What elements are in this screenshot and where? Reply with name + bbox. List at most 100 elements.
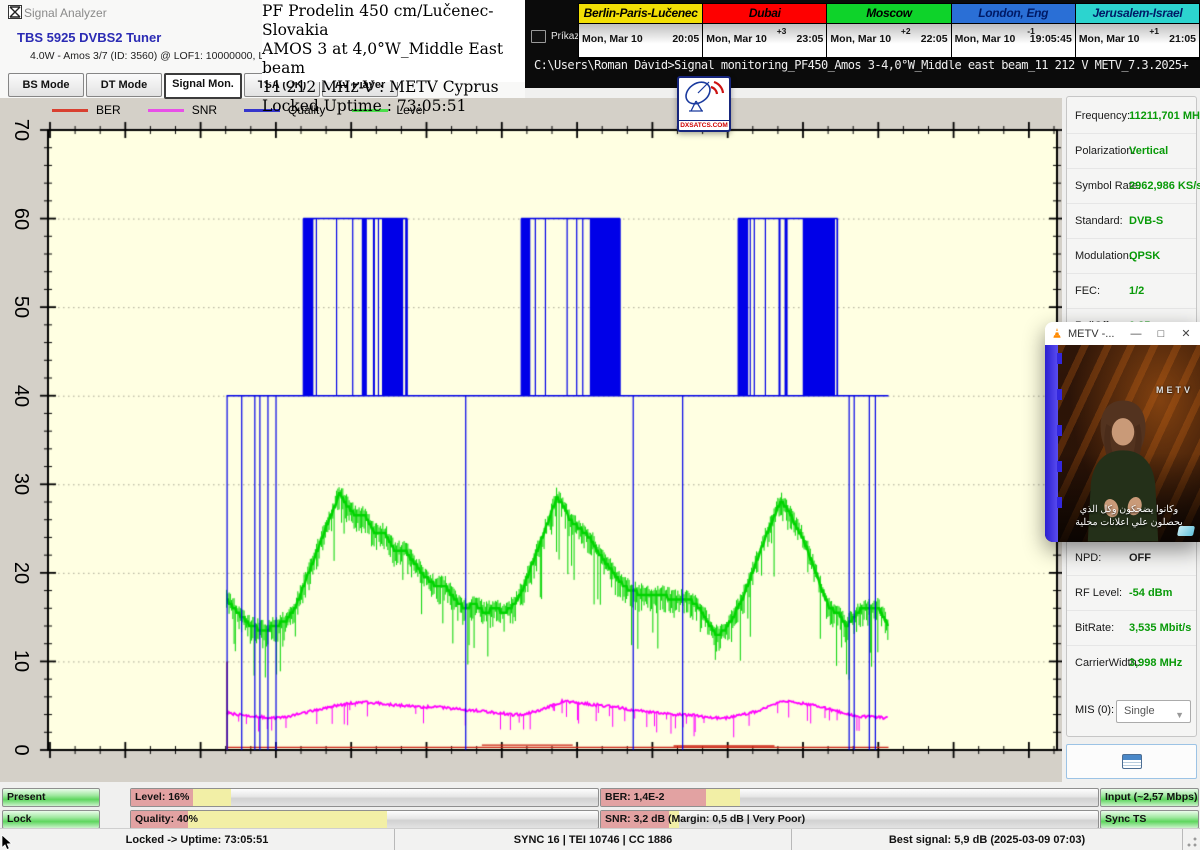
maximize-button[interactable]: □	[1151, 328, 1171, 340]
tab-bs-mode[interactable]: BS Mode	[8, 73, 84, 97]
panel-row-label: Standard:	[1075, 215, 1123, 227]
panel-row-value: 11211,701 MHz	[1129, 110, 1200, 122]
meter-fill	[188, 811, 387, 828]
metv-player-window: METV -... — □ ✕ METV وكانوا يضحكون وكل ا…	[1045, 322, 1200, 542]
panel-row-symbol-rate: Symbol Rate:2962,986 KS/s	[1067, 169, 1196, 204]
arabic-subtitles: وكانوا يضحكون وكل الذي يحصلون علي اعلانا…	[1058, 504, 1200, 529]
close-button[interactable]: ✕	[1176, 327, 1196, 340]
lock-meter: Lock	[2, 810, 100, 829]
panel-row-value: 2962,986 KS/s	[1129, 180, 1200, 192]
y-axis-label-60: 60	[6, 204, 36, 234]
legend-label: BER	[96, 103, 121, 117]
panel-row-value: 3,535 Mbit/s	[1129, 622, 1191, 634]
note-line-2: AMOS 3 at 4,0°W_Middle East beam	[262, 40, 525, 78]
clock-date: Mon, Mar 10	[582, 33, 643, 45]
clock-body: Mon, Mar 10-119:05:45	[952, 24, 1075, 57]
clock-city-label: Jerusalem-Israel	[1076, 4, 1199, 24]
channel-logo	[1177, 526, 1195, 536]
meter-label: Lock	[7, 811, 32, 827]
meter-label: Level: 16%	[135, 789, 189, 805]
clock-utc-offset: +2	[901, 26, 911, 36]
metv-video[interactable]: METV وكانوا يضحكون وكل الذي يحصلون علي ا…	[1045, 345, 1200, 542]
meter-label: Present	[7, 789, 46, 805]
dxsatcs-logo-text: DXSATCS.COM	[679, 120, 729, 129]
y-axis-label-40: 40	[6, 381, 36, 411]
clock-jerusalem-israel: Jerusalem-Israel Mon, Mar 10 +1 21:05	[1076, 4, 1199, 57]
tab-dt-mode[interactable]: DT Mode	[86, 73, 162, 97]
clock-dubai: Dubai Mon, Mar 10 +3 23:05	[703, 4, 827, 57]
legend-line	[52, 109, 88, 112]
signal-chart-canvas	[0, 98, 1062, 782]
quality-meter: Quality: 40%	[130, 810, 599, 829]
panel-row-label: RF Level:	[1075, 587, 1122, 599]
meter-label: SNR: 3,2 dB (Margin: 0,5 dB | Very Poor)	[605, 811, 805, 827]
snr-meter: SNR: 3,2 dB (Margin: 0,5 dB | Very Poor)	[600, 810, 1099, 829]
command-line[interactable]: C:\Users\Roman Dávid>Signal monitoring_P…	[534, 58, 1188, 72]
signal-analyzer-icon	[8, 5, 22, 19]
panel-row-value: DVB-S	[1129, 215, 1163, 227]
tab-signal-mon[interactable]: Signal Mon.	[164, 73, 242, 99]
present-meter: Present	[2, 788, 100, 807]
panel-row-value: QPSK	[1129, 250, 1160, 262]
panel-row-standard: Standard: DVB-S	[1067, 204, 1196, 239]
clock-time: 23:05	[797, 33, 824, 45]
status-bar: Locked -> Uptime: 73:05:51 SYNC 16 | TEI…	[0, 828, 1200, 850]
panel-row-value: -54 dBm	[1129, 587, 1172, 599]
world-clocks: Berlin-Paris-Lučenec Mon, Mar 10 20:05 Duba…	[578, 3, 1200, 60]
meter-label: BER: 1,4E-2	[605, 789, 665, 805]
clock-time: 21:05	[1169, 33, 1196, 45]
clock-utc-offset: +3	[777, 26, 787, 36]
clock-utc-offset: +1	[1149, 26, 1159, 36]
resize-grip-icon[interactable]	[1183, 829, 1200, 850]
y-axis-label-70: 70	[6, 115, 36, 145]
panel-row-value: Vertical	[1129, 145, 1168, 157]
clock-london-eng: London, EngMon, Mar 10-119:05:45	[952, 4, 1076, 57]
status-uptime: Locked -> Uptime: 73:05:51	[0, 829, 395, 850]
clock-body: Mon, Mar 10+222:05	[827, 24, 950, 57]
panel-row-label: BitRate:	[1075, 622, 1114, 634]
sync-ts-meter: Sync TS	[1100, 810, 1199, 829]
metv-watermark: METV	[1156, 385, 1193, 395]
ber-meter: BER: 1,4E-2	[600, 788, 1099, 807]
legend-item-ber: BER	[52, 103, 121, 117]
mis-dropdown[interactable]: Single ▼	[1116, 700, 1191, 723]
clock-time: 22:05	[921, 33, 948, 45]
panel-row-fec: FEC:1/2	[1067, 274, 1196, 309]
panel-row-value: 3,998 MHz	[1129, 657, 1182, 669]
metv-titlebar[interactable]: METV -... — □ ✕	[1045, 322, 1200, 345]
meter-label: Quality: 40%	[135, 811, 198, 827]
status-best-signal: Best signal: 5,9 dB (2025-03-09 07:03)	[792, 829, 1183, 850]
window-tool-icon	[1122, 754, 1142, 769]
panel-row-npd: NPD:OFF	[1067, 541, 1196, 576]
meter-fill	[706, 789, 740, 806]
clock-date: Mon, Mar 10	[706, 33, 767, 45]
parameters-top-rows: Frequency:11211,701 MHzPolarization:Vert…	[1067, 99, 1196, 343]
mouse-cursor-icon	[1, 835, 13, 850]
meter-label: Input (~2,57 Mbps)	[1105, 789, 1197, 805]
level-meter: Level: 16%	[130, 788, 599, 807]
clock-city-label: London, Eng	[952, 4, 1075, 24]
minimize-button[interactable]: —	[1126, 328, 1146, 340]
meter-label: Sync TS	[1105, 811, 1146, 827]
meter-fill	[193, 789, 231, 806]
y-axis-label-0: 0	[6, 735, 36, 765]
clock-body: Mon, Mar 10 +3 23:05	[703, 24, 826, 57]
panel-row-modulation: Modulation:QPSK	[1067, 239, 1196, 274]
panel-tool-button[interactable]	[1066, 744, 1197, 779]
clock-city-label: Dubai	[703, 4, 826, 24]
clock-date: Mon, Mar 10	[1079, 33, 1140, 45]
vlc-cone-icon	[1051, 327, 1063, 340]
clock-time: 20:05	[672, 33, 699, 45]
signal-monitor-chart: BERSNRQualityLevel 010203040506070	[0, 98, 1062, 782]
panel-row-value: OFF	[1129, 552, 1151, 564]
panel-row-bitrate: BitRate: 3,535 Mbit/s	[1067, 611, 1196, 646]
mis-row: MIS (0): Single ▼	[1067, 697, 1196, 725]
status-sync-counters: SYNC 16 | TEI 10746 | CC 1886	[395, 829, 792, 850]
panel-row-polarization: Polarization:Vertical	[1067, 134, 1196, 169]
clock-city-label: Berlin-Paris-Lučenec	[579, 4, 702, 24]
clock-moscow: MoscowMon, Mar 10+222:05	[827, 4, 951, 57]
clock-body: Mon, Mar 10 +1 21:05	[1076, 24, 1199, 57]
metv-window-title: METV -...	[1068, 328, 1121, 340]
panel-row-rf-level: RF Level: -54 dBm	[1067, 576, 1196, 611]
clock-date: Mon, Mar 10	[955, 33, 1016, 45]
